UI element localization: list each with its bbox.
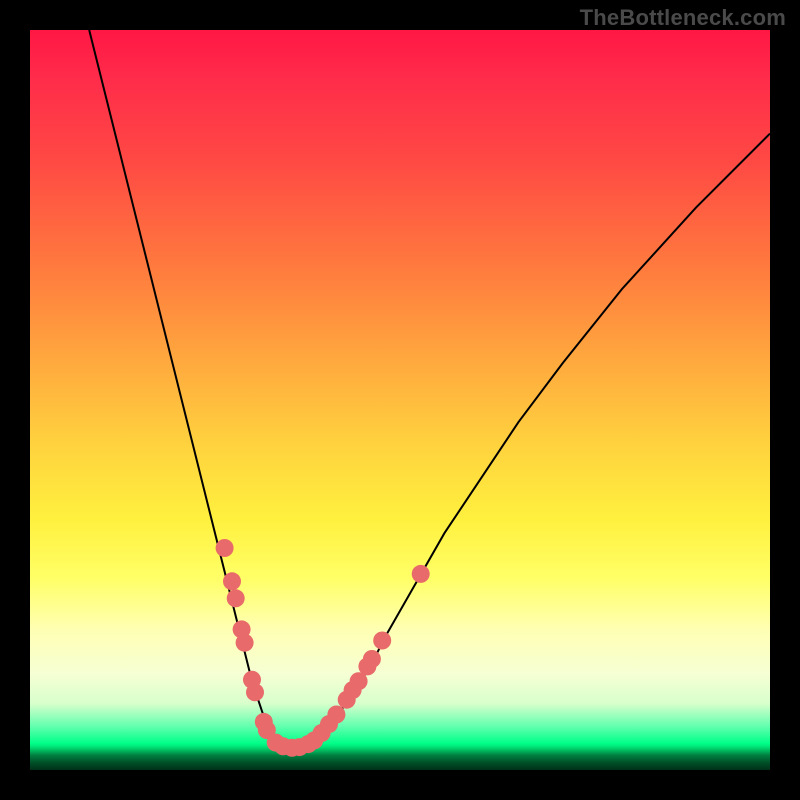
data-marker [216,539,234,557]
data-markers [216,539,430,757]
data-marker [246,683,264,701]
bottleneck-curve [89,30,770,748]
data-marker [236,634,254,652]
data-marker [363,650,381,668]
chart-overlay [30,30,770,770]
data-marker [327,706,345,724]
chart-frame: TheBottleneck.com [0,0,800,800]
data-marker [373,632,391,650]
data-marker [412,565,430,583]
data-marker [227,589,245,607]
watermark-text: TheBottleneck.com [580,5,786,31]
data-marker [223,572,241,590]
